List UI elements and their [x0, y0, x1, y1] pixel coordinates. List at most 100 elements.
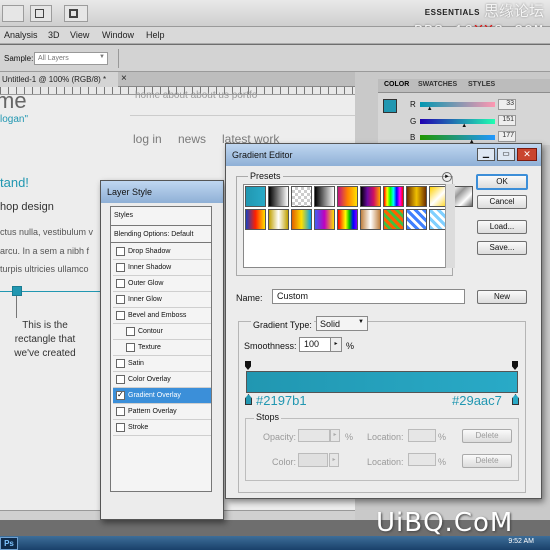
style-checkbox[interactable] [116, 295, 125, 304]
delete-button[interactable]: Delete [462, 429, 512, 443]
style-item-label: Drop Shadow [128, 248, 171, 255]
style-item-gradient-overlay[interactable]: Gradient Overlay [113, 388, 211, 404]
red-value[interactable]: 33 [498, 99, 516, 110]
opacity-stepper[interactable]: ▸ [330, 429, 340, 442]
gradient-preset-swatch[interactable] [337, 209, 358, 230]
style-item-stroke[interactable]: Stroke [113, 420, 211, 436]
gradient-preset-swatch[interactable] [245, 209, 266, 230]
menu-3d[interactable]: 3D [48, 30, 60, 40]
red-slider-thumb[interactable]: ▲ [427, 106, 433, 112]
smoothness-stepper[interactable]: ▸ [330, 337, 342, 352]
smoothness-field[interactable]: 100 [299, 337, 331, 352]
menu-window[interactable]: Window [102, 30, 134, 40]
style-checkbox[interactable] [116, 279, 125, 288]
gradient-preset-swatch[interactable] [291, 209, 312, 230]
style-item-pattern-overlay[interactable]: Pattern Overlay [113, 404, 211, 420]
screen-mode-button[interactable] [64, 5, 88, 22]
tab-color[interactable]: COLOR [384, 81, 409, 88]
location-field[interactable] [408, 453, 436, 466]
gradient-preset-swatch[interactable] [383, 209, 404, 230]
gradient-type-select[interactable]: Solid ▼ [316, 316, 368, 331]
delete-button[interactable]: Delete [462, 454, 512, 468]
color-swatch-field[interactable] [298, 453, 328, 467]
close-button[interactable]: ✕ [517, 148, 537, 161]
chevron-down-icon: ▼ [358, 319, 364, 325]
minimize-button[interactable]: ▁ [477, 148, 495, 161]
presets-menu-button[interactable]: ► [442, 172, 452, 182]
document-tab[interactable]: Untitled-1 @ 100% (RGB/8) * × [0, 72, 127, 87]
style-item-label: Inner Glow [128, 296, 162, 303]
name-field[interactable]: Custom [272, 289, 465, 304]
load-button[interactable]: Load... [477, 220, 527, 234]
menu-view[interactable]: View [70, 30, 89, 40]
launch-bridge-button[interactable] [2, 5, 24, 22]
save-button[interactable]: Save... [477, 241, 527, 255]
gradient-preset-swatch[interactable] [452, 186, 473, 207]
gradient-preset-swatch[interactable] [245, 186, 266, 207]
style-item-inner-shadow[interactable]: Inner Shadow [113, 260, 211, 276]
sample-select[interactable]: All Layers ▼ [34, 52, 108, 65]
opacity-field[interactable] [298, 429, 330, 442]
style-checkbox[interactable] [116, 375, 125, 384]
blue-value[interactable]: 177 [498, 131, 516, 142]
maximize-button[interactable]: ▭ [497, 148, 515, 161]
new-button[interactable]: New [477, 290, 527, 304]
style-checkbox[interactable] [116, 359, 125, 368]
view-extras-button[interactable] [30, 5, 52, 22]
presets-scrollbar[interactable] [445, 184, 455, 268]
style-checkbox[interactable] [126, 327, 135, 336]
grid-icon [35, 9, 44, 18]
gradient-preview-bar[interactable] [246, 371, 518, 393]
styles-header[interactable]: Styles [111, 207, 211, 226]
foreground-swatch[interactable] [383, 99, 397, 113]
tab-styles[interactable]: STYLES [468, 81, 495, 88]
green-slider-thumb[interactable]: ▲ [461, 123, 467, 129]
style-checkbox[interactable] [116, 390, 125, 400]
gradient-preset-swatch[interactable] [268, 186, 289, 207]
blending-options[interactable]: Blending Options: Default [111, 227, 211, 243]
screen-mode-icon [69, 9, 78, 18]
tab-swatches[interactable]: SWATCHES [418, 81, 457, 88]
green-value[interactable]: 151 [498, 115, 516, 126]
style-item-bevel-and-emboss[interactable]: Bevel and Emboss [113, 308, 211, 324]
style-item-drop-shadow[interactable]: Drop Shadow [113, 244, 211, 260]
gradient-preset-swatch[interactable] [314, 209, 335, 230]
blue-slider[interactable] [420, 135, 495, 140]
location-field[interactable] [408, 429, 436, 442]
cancel-button[interactable]: Cancel [477, 195, 527, 209]
menu-analysis[interactable]: Analysis [4, 30, 38, 40]
channel-label-g: G [410, 117, 417, 126]
style-checkbox[interactable] [116, 247, 125, 256]
gradient-preset-swatch[interactable] [360, 186, 381, 207]
location-label: Location: [367, 457, 404, 467]
style-item-contour[interactable]: Contour [113, 324, 211, 340]
menu-help[interactable]: Help [146, 30, 165, 40]
style-item-inner-glow[interactable]: Inner Glow [113, 292, 211, 308]
style-item-texture[interactable]: Texture [113, 340, 211, 356]
style-item-color-overlay[interactable]: Color Overlay [113, 372, 211, 388]
green-slider[interactable] [420, 119, 495, 124]
gradient-preset-swatch[interactable] [337, 186, 358, 207]
style-item-satin[interactable]: Satin [113, 356, 211, 372]
style-item-label: Color Overlay [128, 376, 171, 383]
photoshop-taskbar-button[interactable]: Ps [0, 537, 18, 550]
color-stepper[interactable]: ▸ [329, 453, 339, 467]
gradient-preset-swatch[interactable] [406, 186, 427, 207]
gradient-preset-swatch[interactable] [268, 209, 289, 230]
style-checkbox[interactable] [126, 343, 135, 352]
style-checkbox[interactable] [116, 311, 125, 320]
layer-style-title[interactable]: Layer Style [101, 181, 223, 203]
workspace-switcher[interactable]: ESSENTIALS [425, 8, 480, 17]
gradient-preset-swatch[interactable] [406, 209, 427, 230]
gradient-preset-swatch[interactable] [383, 186, 404, 207]
style-item-outer-glow[interactable]: Outer Glow [113, 276, 211, 292]
gradient-preset-swatch[interactable] [360, 209, 381, 230]
gradient-preset-swatch[interactable] [291, 186, 312, 207]
close-icon[interactable]: × [121, 73, 127, 84]
ok-button[interactable]: OK [476, 174, 528, 190]
style-checkbox[interactable] [116, 263, 125, 272]
style-checkbox[interactable] [116, 407, 125, 416]
style-checkbox[interactable] [116, 423, 125, 432]
gradient-preset-swatch[interactable] [314, 186, 335, 207]
created-rectangle[interactable] [12, 286, 22, 296]
